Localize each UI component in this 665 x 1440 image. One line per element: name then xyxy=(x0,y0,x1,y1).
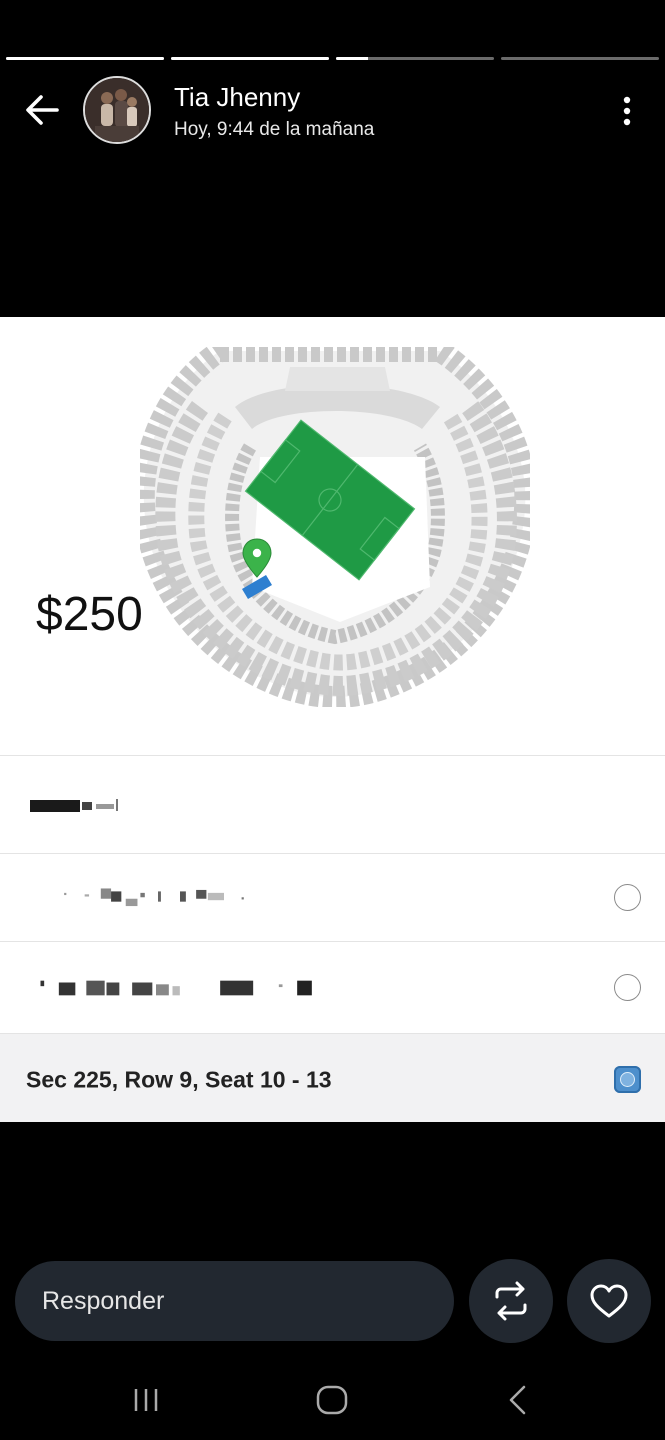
system-nav-bar xyxy=(0,1370,665,1430)
story-progress-segment xyxy=(501,57,659,60)
avatar[interactable] xyxy=(83,76,151,144)
blurred-text xyxy=(64,887,244,906)
seat-options-list: Sec 225, Row 9, Seat 10 - 13 xyxy=(0,755,665,1122)
seat-option-radio[interactable] xyxy=(614,883,641,911)
list-item xyxy=(0,755,665,853)
recent-apps-button[interactable] xyxy=(124,1382,168,1418)
heart-icon xyxy=(590,1284,628,1318)
story-progress-segment xyxy=(171,57,329,60)
blurred-text xyxy=(40,980,312,995)
stadium-seat-map xyxy=(140,347,530,707)
recent-apps-icon xyxy=(134,1389,158,1411)
story-progress xyxy=(6,57,659,60)
back-arrow-icon xyxy=(26,95,59,125)
avatar-photo xyxy=(85,78,149,142)
post-timestamp: Hoy, 9:44 de la mañana xyxy=(174,119,375,140)
story-progress-segment xyxy=(6,57,164,60)
more-options-button[interactable] xyxy=(617,94,637,128)
seat-details: Sec 225, Row 9, Seat 10 - 13 xyxy=(26,1066,332,1092)
repost-button[interactable] xyxy=(469,1259,553,1343)
home-button[interactable] xyxy=(310,1382,354,1418)
nav-back-icon xyxy=(509,1385,526,1415)
repost-icon xyxy=(495,1281,527,1321)
story-progress-fill xyxy=(6,57,164,60)
list-item-selected[interactable]: Sec 225, Row 9, Seat 10 - 13 xyxy=(0,1033,665,1122)
reply-input[interactable]: Responder xyxy=(15,1261,454,1341)
seat-option-radio[interactable] xyxy=(614,973,641,1001)
like-button[interactable] xyxy=(567,1259,651,1343)
reply-placeholder: Responder xyxy=(42,1287,165,1315)
list-item[interactable] xyxy=(0,941,665,1033)
user-name[interactable]: Tia Jhenny xyxy=(174,82,300,113)
story-header: Tia Jhenny Hoy, 9:44 de la mañana xyxy=(0,76,665,146)
blurred-text xyxy=(30,798,118,812)
reply-bar: Responder xyxy=(0,1259,665,1343)
home-icon xyxy=(316,1385,348,1415)
story-progress-fill xyxy=(336,57,368,60)
ticket-price: $250 xyxy=(36,588,143,641)
seat-option-radio-selected[interactable] xyxy=(614,1065,641,1093)
story-content[interactable]: $250 Sec 225, Row 9, Seat 10 - 13 xyxy=(0,317,665,1122)
more-vertical-icon xyxy=(623,96,631,126)
story-progress-fill xyxy=(171,57,329,60)
system-back-button[interactable] xyxy=(496,1382,540,1418)
back-button[interactable] xyxy=(22,92,62,128)
list-item[interactable] xyxy=(0,853,665,941)
story-progress-segment xyxy=(336,57,494,60)
